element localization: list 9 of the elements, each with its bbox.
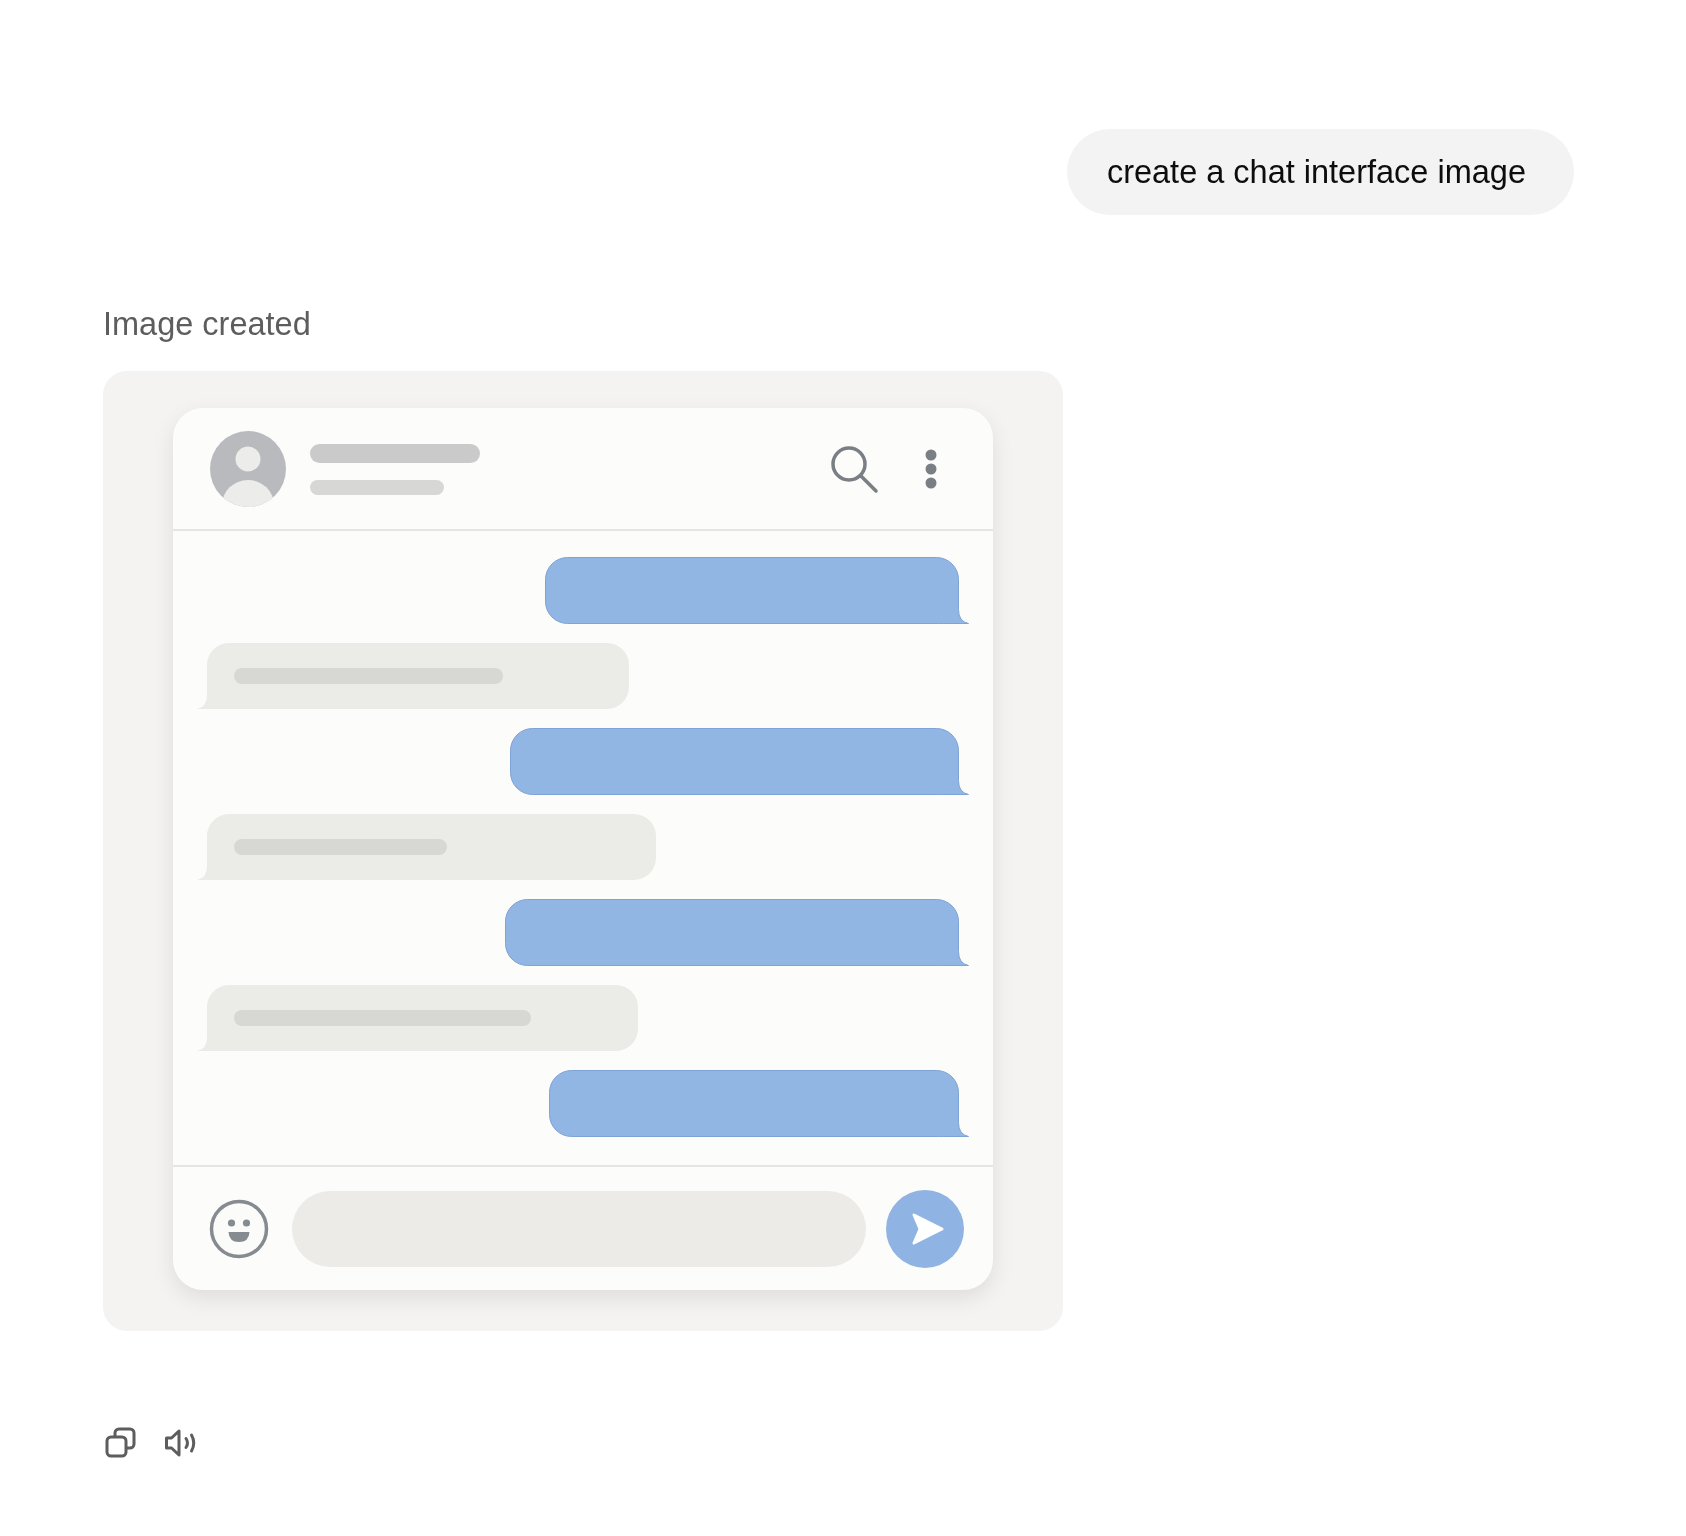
search-icon <box>829 443 879 494</box>
avatar-icon <box>210 430 286 507</box>
more-options-icon <box>925 448 937 489</box>
user-message: create a chat interface image <box>1066 129 1574 215</box>
speaker-icon[interactable] <box>164 1427 198 1458</box>
smiley-icon <box>209 1198 269 1259</box>
image-status-label: Image created <box>103 305 311 344</box>
send-icon <box>886 1189 964 1268</box>
copy-icon[interactable] <box>105 1427 136 1458</box>
